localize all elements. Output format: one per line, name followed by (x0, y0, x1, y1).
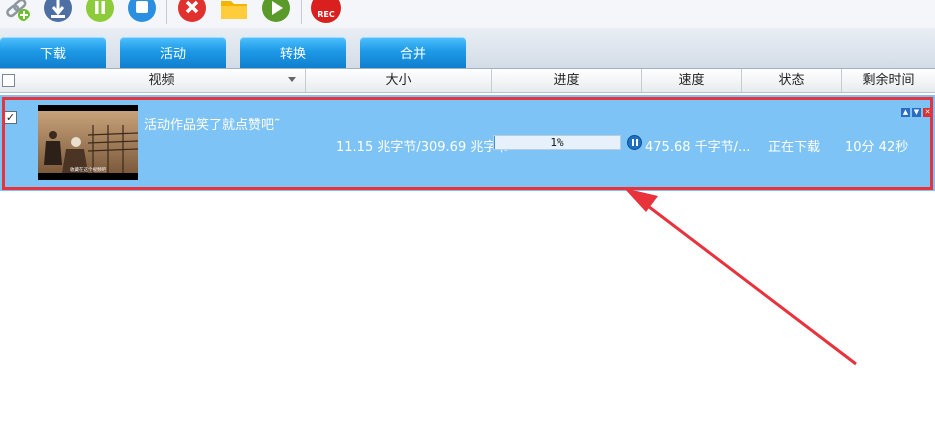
tab-active[interactable]: 活动 (120, 37, 226, 68)
progress-bar: 1% (493, 135, 621, 150)
tab-convert[interactable]: 转换 (240, 37, 346, 68)
tab-bar: 下载 活动 转换 合并 (0, 28, 935, 69)
app-window: REC 下载 活动 转换 合并 视频 大小 进度 速度 状态 剩余时间 ✓ 收藏… (0, 0, 935, 434)
tab-download[interactable]: 下载 (0, 37, 106, 68)
progress-percent: 1% (550, 136, 564, 149)
bottom-text-fragment (20, 424, 935, 434)
file-size: 11.15 兆字节/309.69 兆字节 (336, 140, 510, 155)
column-header-status[interactable]: 状态 (742, 69, 842, 92)
pause-icon[interactable] (627, 135, 642, 150)
toolbar: REC (0, 0, 935, 28)
tab-merge[interactable]: 合并 (360, 37, 466, 68)
thumbnail-caption: 收藏在这个视频吧 (70, 166, 106, 173)
column-header-remaining[interactable]: 剩余时间 (842, 69, 935, 92)
stop-icon[interactable] (127, 0, 157, 23)
record-icon[interactable]: REC (311, 0, 341, 23)
download-icon[interactable] (43, 0, 73, 23)
video-title: 活动作品笑了就点赞吧˜ (144, 118, 281, 133)
download-status: 正在下载 (768, 140, 821, 155)
toolbar-separator (166, 0, 167, 24)
add-link-icon[interactable] (2, 0, 32, 23)
column-header-progress[interactable]: 进度 (492, 69, 642, 92)
table-header: 视频 大小 进度 速度 状态 剩余时间 (0, 69, 935, 93)
column-header-video[interactable]: 视频 (18, 69, 306, 92)
folder-icon[interactable] (219, 0, 249, 23)
pause-all-icon[interactable] (85, 0, 115, 23)
sort-arrow-icon (288, 77, 296, 82)
play-icon[interactable] (261, 0, 291, 23)
column-header-size[interactable]: 大小 (306, 69, 492, 92)
download-speed: 475.68 千字节/... (645, 140, 751, 155)
remove-row-icon[interactable]: ✕ (923, 108, 932, 117)
toolbar-separator (301, 0, 302, 24)
move-up-icon[interactable]: ▲ (901, 108, 910, 117)
delete-icon[interactable] (177, 0, 207, 23)
time-remaining: 10分 42秒 (845, 140, 909, 155)
video-thumbnail: 收藏在这个视频吧 (38, 105, 138, 180)
row-checkbox[interactable]: ✓ (4, 111, 17, 124)
select-all-checkbox[interactable] (2, 74, 15, 87)
column-header-speed[interactable]: 速度 (642, 69, 742, 92)
move-down-icon[interactable]: ▼ (912, 108, 921, 117)
